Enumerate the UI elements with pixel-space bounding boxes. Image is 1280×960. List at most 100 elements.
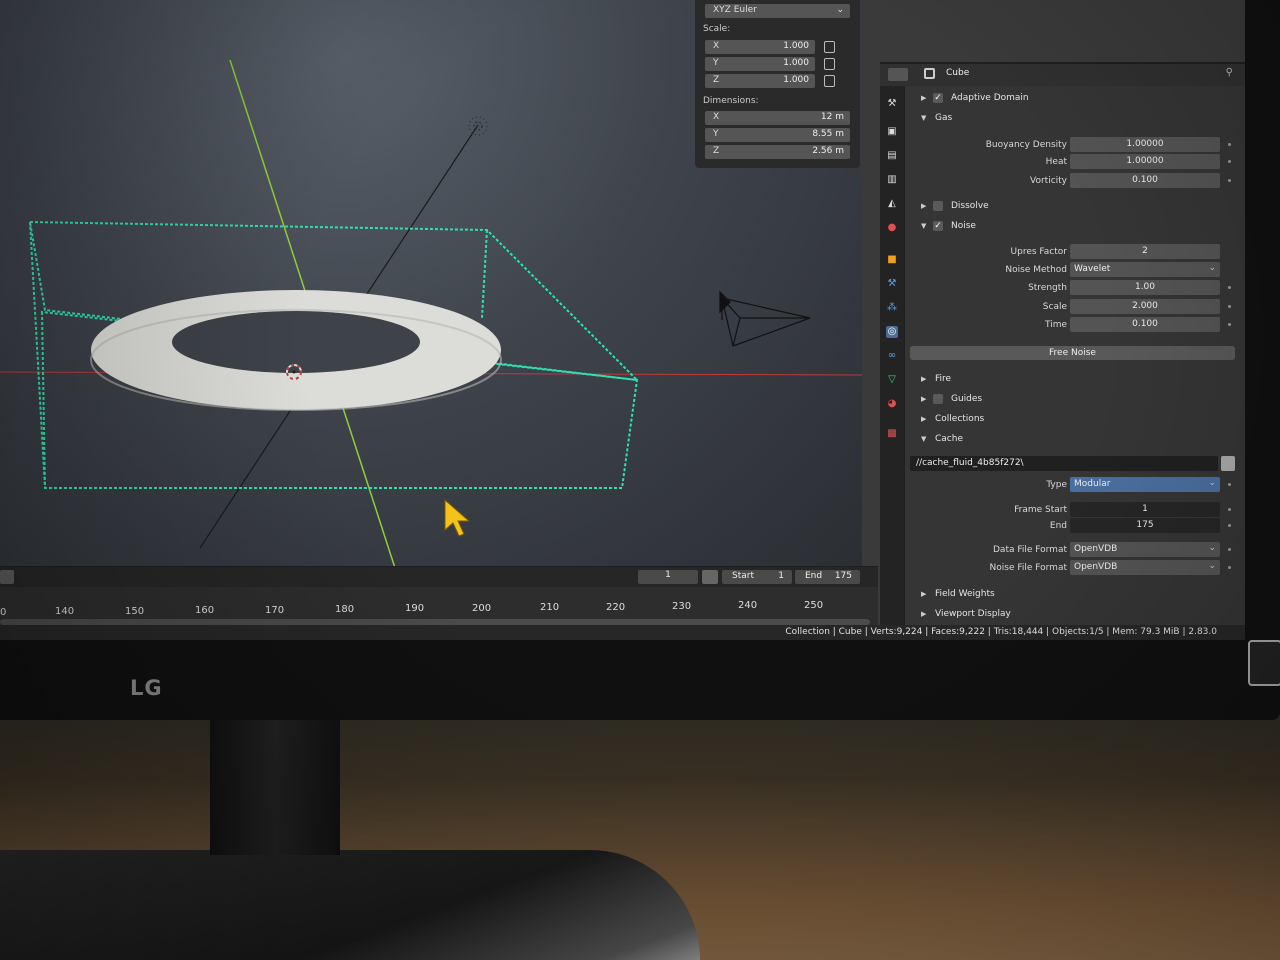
- 3d-viewport[interactable]: XYZ Euler ⌄ Scale: X 1.000 Y 1.000 Z 1.0…: [0, 0, 862, 568]
- output-tab-icon[interactable]: ▤: [886, 150, 898, 162]
- keyframe-dot-icon[interactable]: [1228, 305, 1231, 308]
- field-label: Strength: [1028, 283, 1067, 293]
- field-value: 0.100: [1132, 175, 1158, 185]
- pin-icon[interactable]: ⚲: [1226, 67, 1233, 78]
- dissolve-checkbox[interactable]: [933, 201, 943, 211]
- cache-directory-field[interactable]: //cache_fluid_4b85f272\: [910, 456, 1218, 471]
- field-value: 1: [1142, 504, 1148, 514]
- noise-time-field[interactable]: 0.100: [1070, 317, 1220, 332]
- particles-tab-icon[interactable]: ⁂: [886, 302, 898, 314]
- lock-icon[interactable]: [824, 41, 835, 53]
- section-dissolve[interactable]: ▶ Dissolve: [921, 200, 1221, 216]
- play-icon[interactable]: [0, 570, 14, 584]
- section-field-weights[interactable]: ▶ Field Weights: [921, 588, 1221, 604]
- keyframe-dot-icon[interactable]: [1228, 160, 1231, 163]
- end-frame-field[interactable]: End 175: [795, 570, 860, 584]
- data-tab-icon[interactable]: ▽: [886, 374, 898, 386]
- keyframe-dot-icon[interactable]: [1228, 286, 1231, 289]
- field-label: Type: [1046, 480, 1067, 490]
- heat-row: Heat 1.00000: [905, 153, 1245, 171]
- section-fire[interactable]: ▶ Fire: [921, 373, 1221, 389]
- section-label: Cache: [935, 434, 963, 444]
- field-label: Scale: [1042, 302, 1067, 312]
- keyframe-dot-icon[interactable]: [1228, 483, 1231, 486]
- texture-tab-icon[interactable]: ▩: [886, 428, 898, 440]
- properties-top-area: [880, 0, 1245, 62]
- current-frame-field[interactable]: 1: [638, 570, 698, 584]
- field-value: 2.000: [1132, 301, 1158, 311]
- scale-x-field[interactable]: X 1.000: [705, 40, 835, 54]
- dimension-z-field[interactable]: Z 2.56 m: [705, 145, 850, 159]
- keyframe-dot-icon[interactable]: [1228, 323, 1231, 326]
- vorticity-field[interactable]: 0.100: [1070, 173, 1220, 188]
- monitor-brand-logo: LG: [130, 676, 163, 700]
- torus-object[interactable]: [90, 290, 502, 411]
- noise-checkbox[interactable]: ✓: [933, 221, 943, 231]
- field-label: Data File Format: [993, 545, 1067, 555]
- view-layer-tab-icon[interactable]: ▥: [886, 174, 898, 186]
- keyframe-dot-icon[interactable]: [1228, 143, 1231, 146]
- properties-editor: Cube ⚲ ⚒ ▣ ▤ ▥ ◭ ● ■ ⚒ ⁂ ◎ ∞ ▽ ◕ ▩ ▶ ✓ A…: [880, 0, 1245, 625]
- keyframe-dot-icon[interactable]: [1228, 566, 1231, 569]
- frame-end-field[interactable]: 175: [1070, 518, 1220, 533]
- constraints-tab-icon[interactable]: ∞: [886, 350, 898, 362]
- modifier-wrench-icon[interactable]: ⚒: [886, 278, 898, 290]
- chevron-down-icon: ⌄: [1208, 263, 1216, 273]
- keyframe-dot-icon[interactable]: [1228, 179, 1231, 182]
- field-value: 1.00000: [1126, 139, 1164, 149]
- editor-type-icon[interactable]: [888, 68, 908, 81]
- dimension-x-field[interactable]: X 12 m: [705, 111, 850, 125]
- keyframe-dot-icon[interactable]: [1228, 524, 1231, 527]
- noise-method-row: Noise Method Wavelet ⌄: [905, 261, 1245, 279]
- scale-x-value: 1.000: [783, 41, 809, 51]
- section-gas[interactable]: ▼ Gas: [921, 112, 1221, 128]
- material-tab-icon[interactable]: ◕: [886, 398, 898, 410]
- lock-icon[interactable]: [824, 58, 835, 70]
- render-tab-icon[interactable]: ▣: [886, 126, 898, 138]
- section-guides[interactable]: ▶ Guides: [921, 393, 1221, 409]
- scene-tab-icon[interactable]: ◭: [886, 198, 898, 210]
- lock-icon[interactable]: [824, 75, 835, 87]
- axis-label: Z: [713, 146, 720, 156]
- section-label: Collections: [935, 414, 985, 424]
- camera-icon[interactable]: [719, 290, 811, 347]
- tool-tab-icon[interactable]: ⚒: [886, 98, 898, 110]
- rotation-mode-select[interactable]: XYZ Euler ⌄: [705, 4, 850, 18]
- axis-label: X: [713, 41, 720, 51]
- guides-checkbox[interactable]: [933, 394, 943, 404]
- section-viewport-display[interactable]: ▶ Viewport Display: [921, 608, 1221, 624]
- timeline-editor[interactable]: 1 Start 1 End 175 0 140 150 160 170 180 190 200…: [0, 566, 878, 631]
- keyframe-dot-icon[interactable]: [1228, 548, 1231, 551]
- noise-method-select[interactable]: Wavelet ⌄: [1070, 262, 1220, 277]
- section-cache[interactable]: ▼ Cache: [921, 433, 1221, 449]
- strength-field[interactable]: 1.00: [1070, 280, 1220, 295]
- properties-header: Cube ⚲: [880, 64, 1245, 86]
- physics-tab-icon[interactable]: ◎: [886, 326, 898, 338]
- frame-start-field[interactable]: 1: [1070, 502, 1220, 517]
- monitor-stand-base: [0, 850, 700, 960]
- cache-type-select[interactable]: Modular ⌄: [1070, 477, 1220, 492]
- timeline-tick-label: 170: [265, 604, 285, 616]
- keyframe-dot-icon[interactable]: [1228, 508, 1231, 511]
- noise-scale-field[interactable]: 2.000: [1070, 299, 1220, 314]
- clock-icon[interactable]: [702, 570, 718, 584]
- scale-z-field[interactable]: Z 1.000: [705, 74, 835, 88]
- heat-field[interactable]: 1.00000: [1070, 154, 1220, 169]
- dimension-y-field[interactable]: Y 8.55 m: [705, 128, 850, 142]
- noise-time-row: Time 0.100: [905, 316, 1245, 334]
- section-noise[interactable]: ▼ ✓ Noise: [921, 220, 1221, 236]
- world-tab-icon[interactable]: ●: [886, 222, 898, 234]
- scale-y-field[interactable]: Y 1.000: [705, 57, 835, 71]
- adaptive-domain-checkbox[interactable]: ✓: [933, 93, 943, 103]
- cache-type-row: Type Modular ⌄: [905, 476, 1245, 494]
- section-collections[interactable]: ▶ Collections: [921, 413, 1221, 429]
- upres-factor-field[interactable]: 2: [1070, 244, 1220, 259]
- folder-icon[interactable]: [1221, 456, 1235, 471]
- object-tab-icon[interactable]: ■: [886, 254, 898, 266]
- noise-file-format-select[interactable]: OpenVDB ⌄: [1070, 560, 1220, 575]
- free-noise-button[interactable]: Free Noise: [910, 346, 1235, 360]
- data-file-format-select[interactable]: OpenVDB ⌄: [1070, 542, 1220, 557]
- section-adaptive-domain[interactable]: ▶ ✓ Adaptive Domain: [921, 92, 1221, 108]
- buoyancy-density-field[interactable]: 1.00000: [1070, 137, 1220, 152]
- start-frame-field[interactable]: Start 1: [722, 570, 792, 584]
